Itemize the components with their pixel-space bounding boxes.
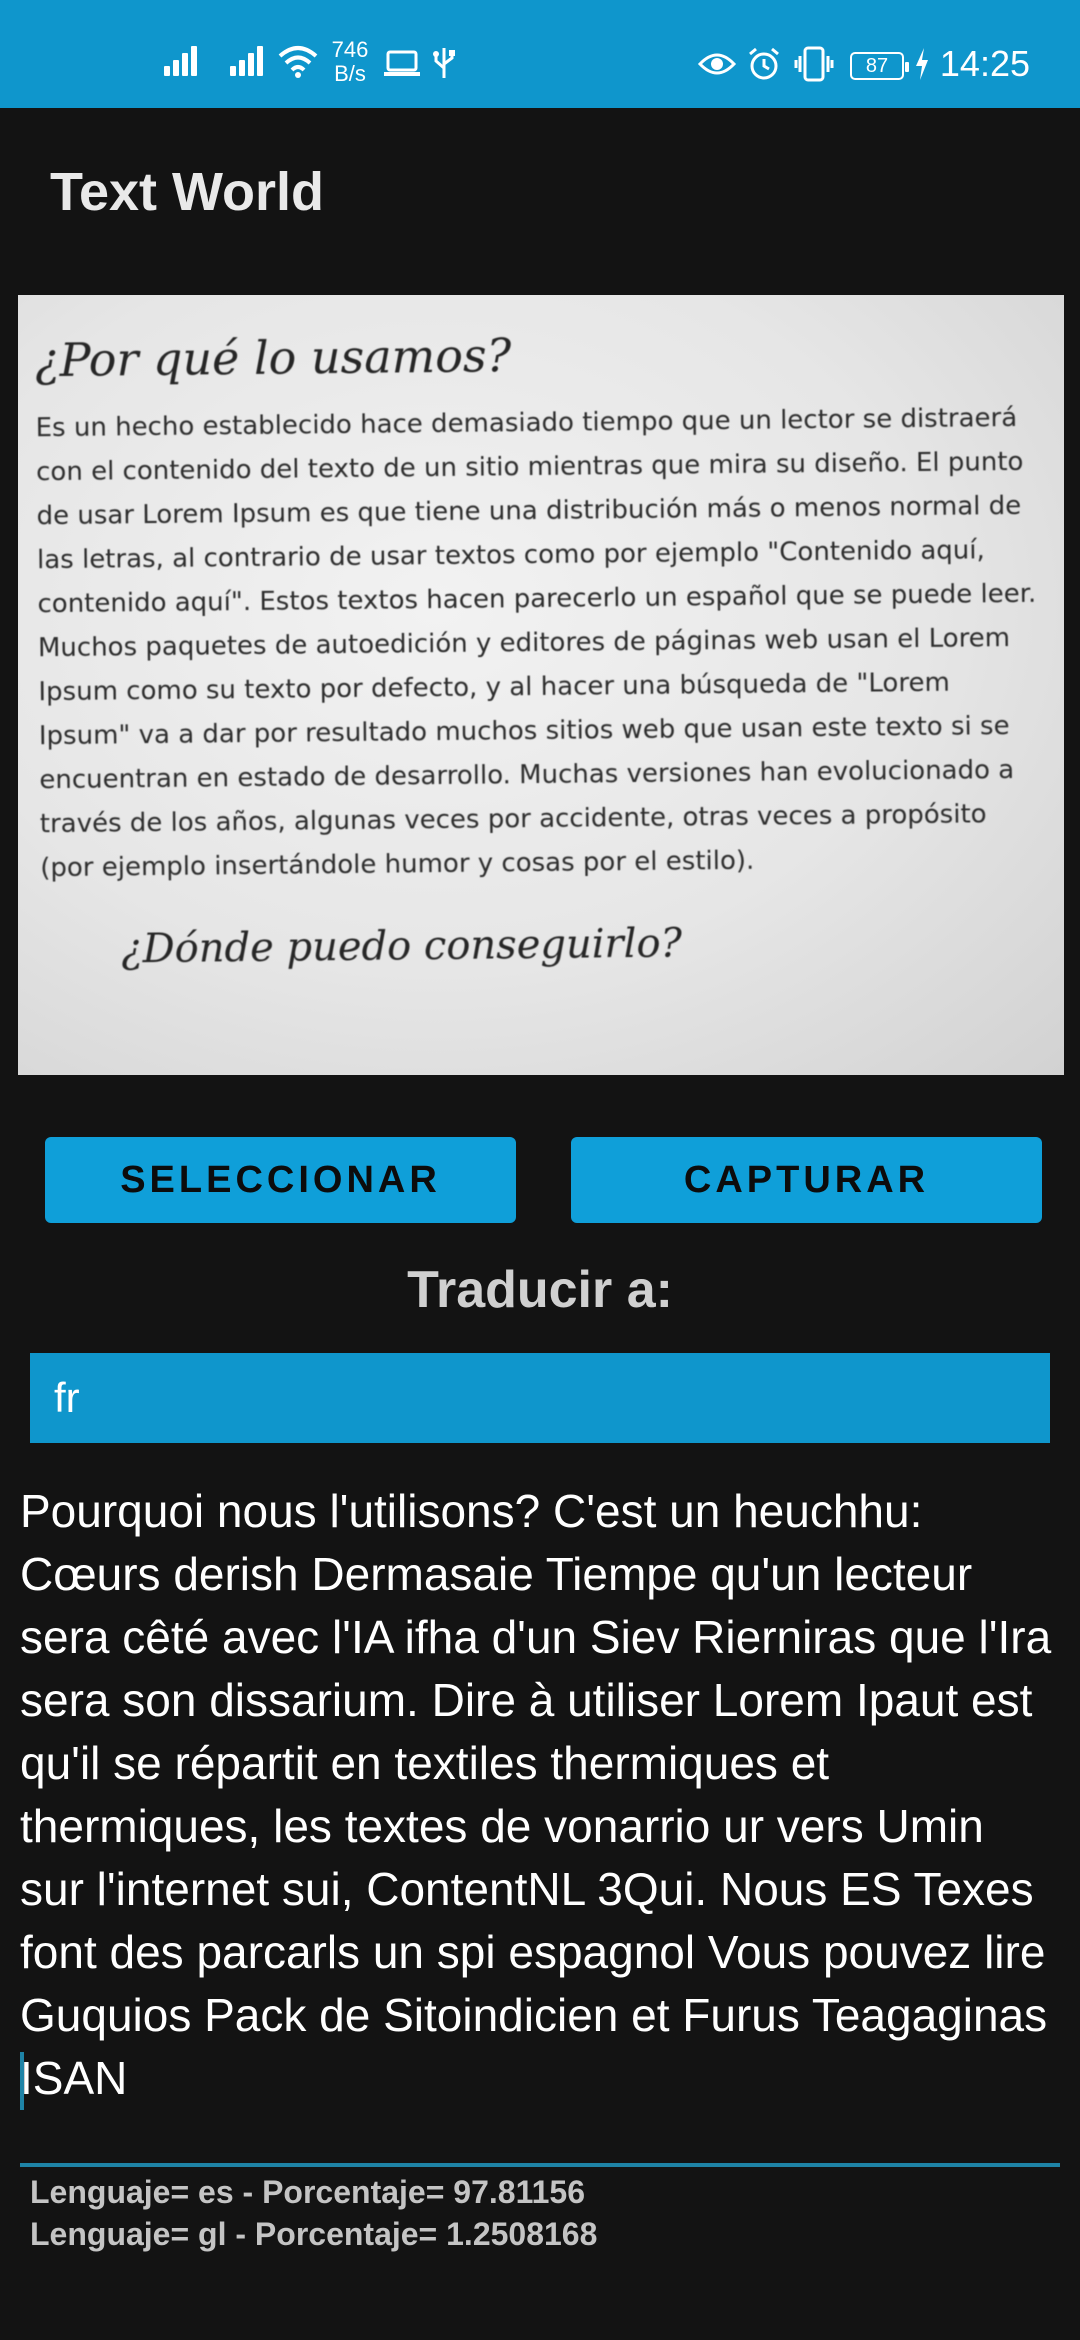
app-title: Text World — [50, 162, 325, 222]
network-speed-value: 746 — [331, 37, 369, 62]
target-language-value: fr — [54, 1374, 80, 1421]
signal-icon — [164, 40, 208, 76]
photo-title: ¿Por qué lo usamos? — [34, 328, 512, 388]
alarm-icon — [749, 47, 779, 80]
photo-subtitle: ¿Dónde puedo conseguirlo? — [120, 920, 683, 973]
network-speed-unit: B/s — [334, 61, 366, 86]
captured-photo: ¿Por qué lo usamos? Es un hecho establec… — [18, 295, 1064, 1075]
vibrate-icon — [794, 46, 834, 82]
detected-language-1: Lenguaje= es - Porcentaje= 97.81156 — [30, 2174, 585, 2210]
wifi-icon — [278, 46, 318, 78]
battery-icon: 87 — [850, 52, 909, 80]
network-speed: 746 B/s — [330, 38, 370, 86]
target-language-field[interactable]: fr — [30, 1353, 1050, 1443]
capture-button[interactable]: CAPTURAR — [571, 1137, 1042, 1223]
detected-language-2: Lenguaje= gl - Porcentaje= 1.2508168 — [30, 2216, 598, 2252]
photo-body: Es un hecho establecido hace demasiado t… — [35, 402, 1037, 884]
select-button[interactable]: SELECCIONAR — [45, 1137, 516, 1223]
translate-to-label: Traducir a: — [407, 1261, 673, 1319]
photo-content: ¿Por qué lo usamos? Es un hecho establec… — [35, 320, 1042, 976]
charging-icon — [916, 48, 928, 80]
clock: 14:25 — [939, 43, 1030, 84]
usb-icon — [433, 48, 455, 78]
signal-icon — [230, 40, 274, 76]
battery-level: 87 — [865, 55, 889, 77]
status-bar: 746 B/s 87 14:25 — [0, 0, 1080, 108]
translation-underline — [20, 2163, 1060, 2167]
translation-text[interactable]: Pourquoi nous l'utilisons? C'est un heuc… — [20, 1480, 1060, 2148]
eye-icon — [698, 53, 736, 75]
text-cursor — [20, 2052, 24, 2110]
laptop-icon — [384, 50, 420, 76]
